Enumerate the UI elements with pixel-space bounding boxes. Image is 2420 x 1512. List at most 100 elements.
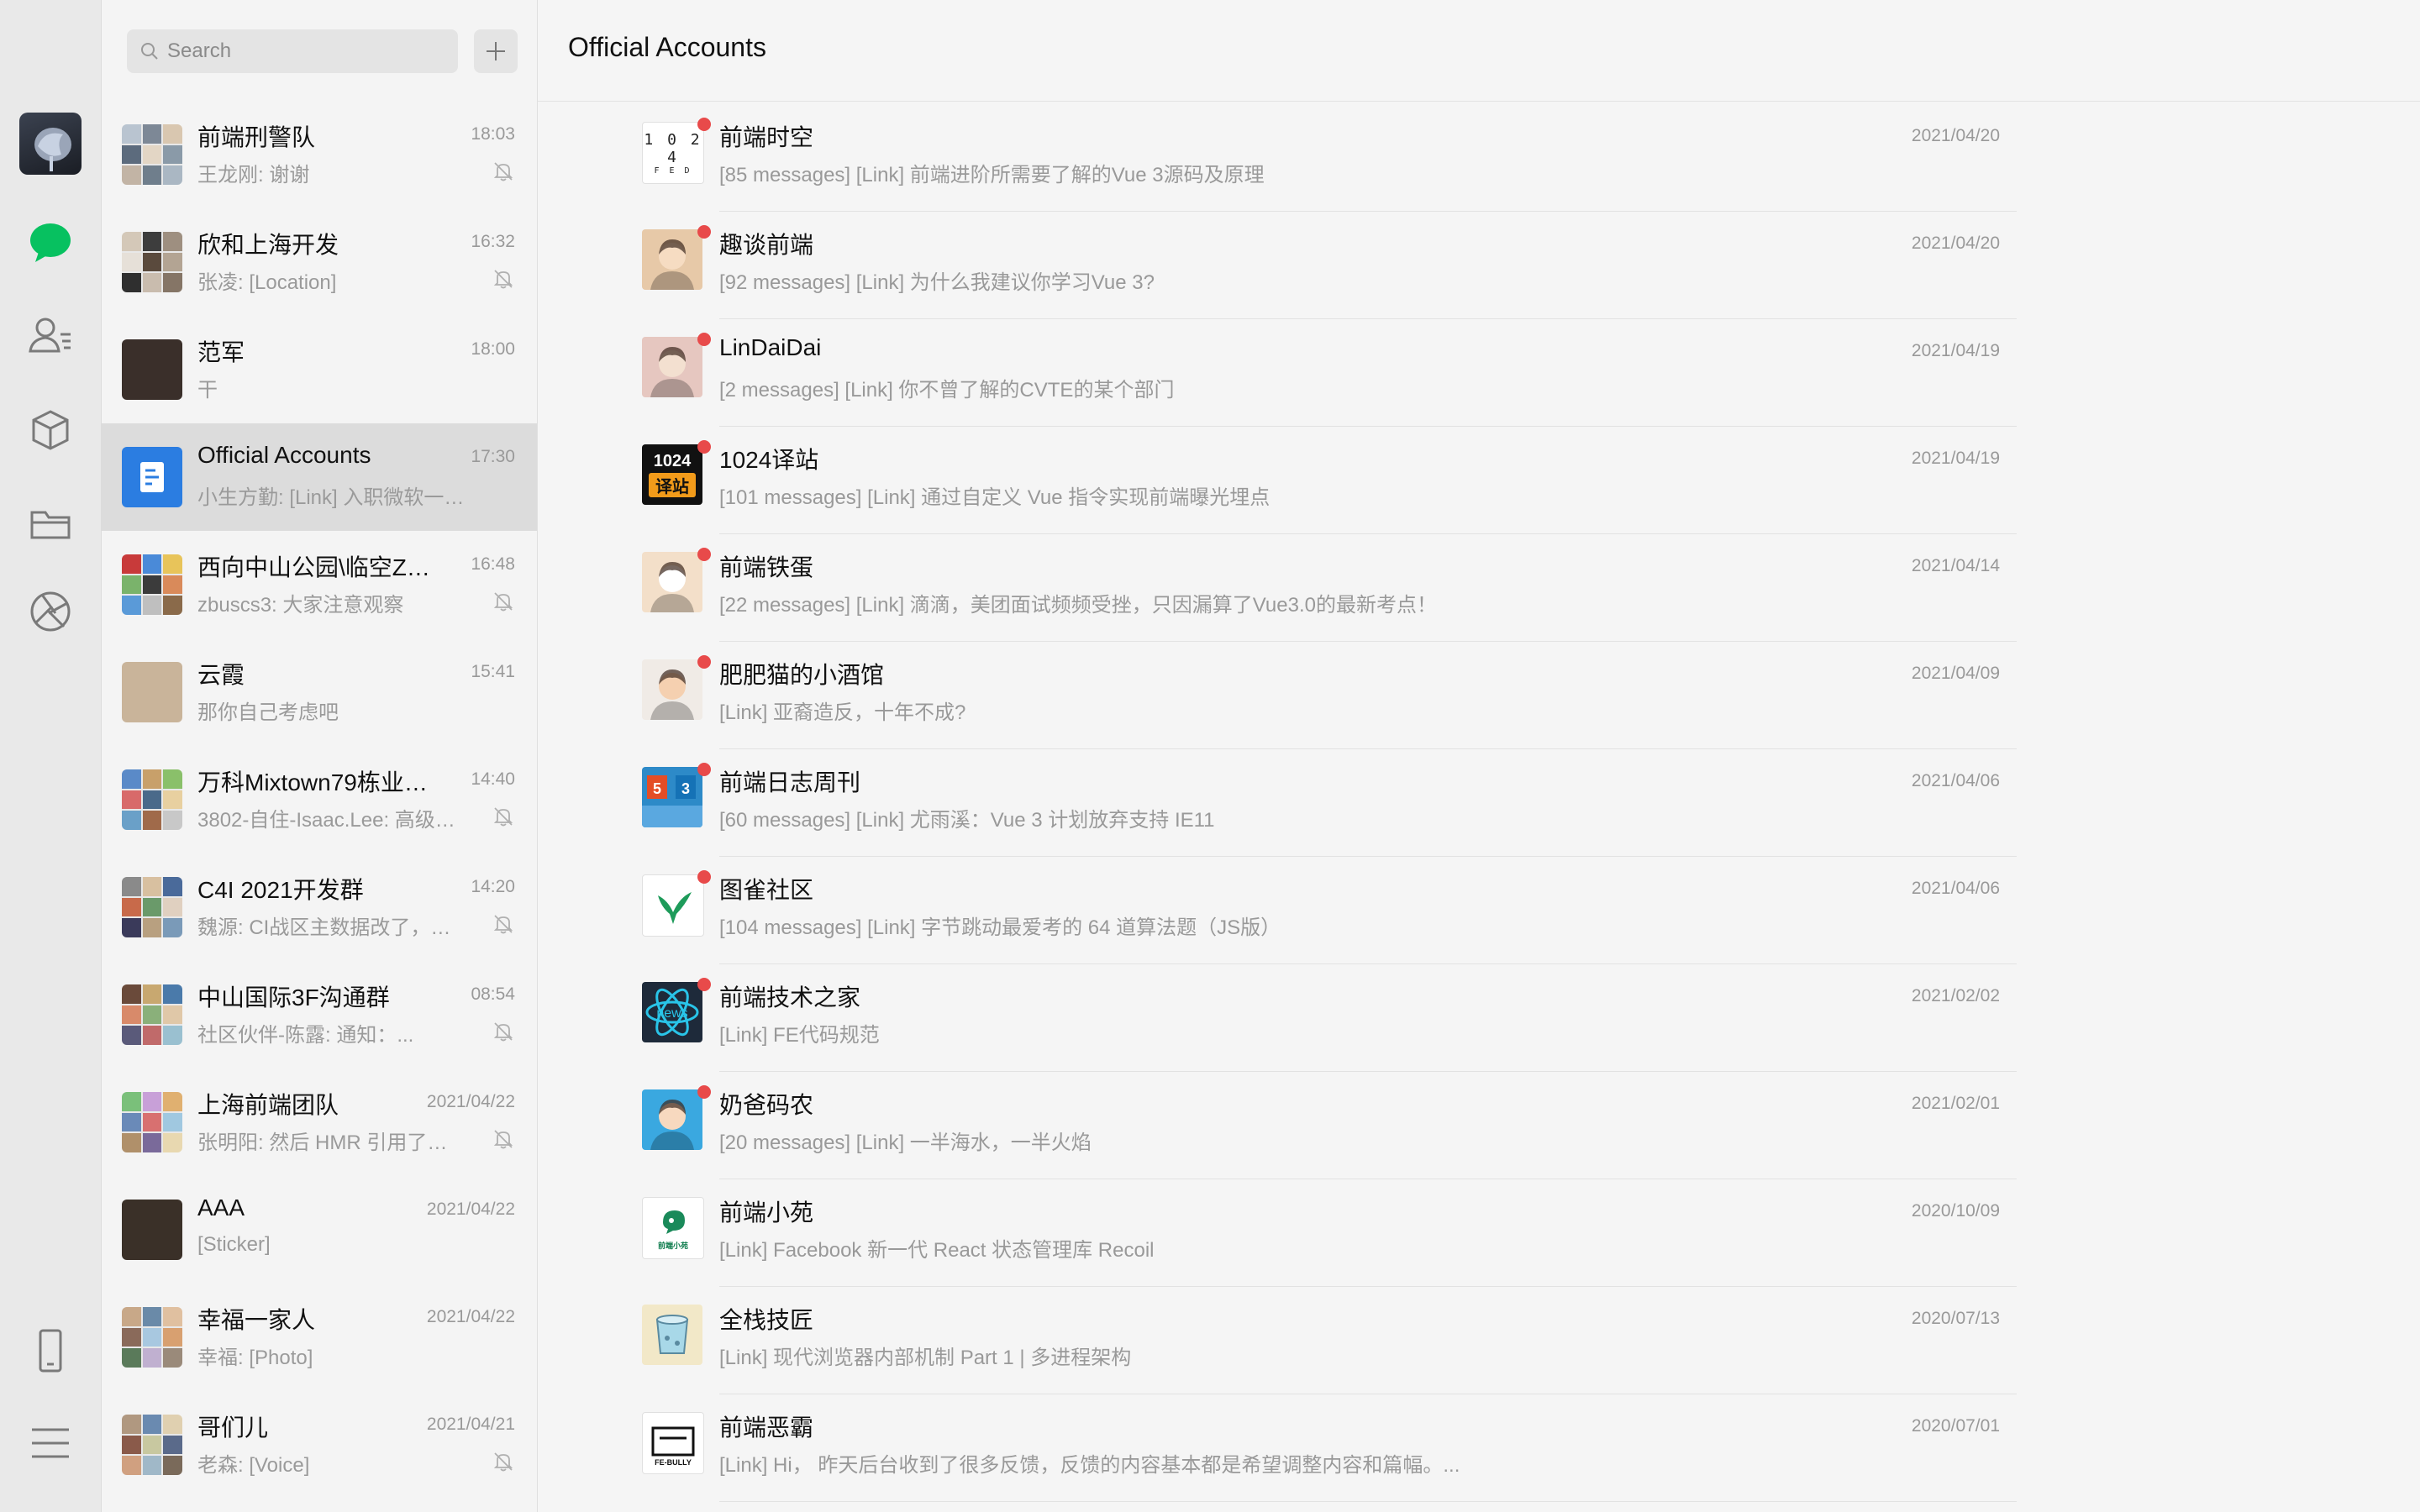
- account-name: 肥肥猫的小酒馆: [719, 662, 885, 688]
- chat-list-item[interactable]: 中山国际3F沟通群 08:54 社区伙伴-陈露: 通知：...: [102, 961, 537, 1068]
- official-account-item[interactable]: 趣谈前端 [92 messages] [Link] 为什么我建议你学习Vue 3?…: [642, 212, 2017, 319]
- user-avatar[interactable]: [19, 113, 82, 175]
- chat-list-item[interactable]: 哥们儿 2021/04/21 老森: [Voice]: [102, 1391, 537, 1499]
- chat-name: 上海前端团队: [197, 1092, 339, 1118]
- chat-list-item[interactable]: 范军 18:00 干: [102, 316, 537, 423]
- chat-preview: 干: [197, 379, 218, 402]
- chat-avatar: [122, 769, 182, 830]
- favorites-box-icon[interactable]: [18, 398, 82, 462]
- chat-time: 14:20: [471, 877, 515, 896]
- account-summary: [101 messages] [Link] 通过自定义 Vue 指令实现前端曝光…: [719, 486, 1270, 509]
- files-folder-icon[interactable]: [18, 492, 82, 556]
- chat-preview: 那你自己考虑吧: [197, 701, 339, 724]
- row-divider: [719, 1501, 2017, 1502]
- chat-list-item[interactable]: 幸福一家人 2021/04/22 幸福: [Photo]: [102, 1284, 537, 1391]
- official-account-item[interactable]: 1024 译站 1024译站 [101 messages] [Link] 通过自定义 …: [642, 427, 2017, 534]
- chat-avatar: [122, 232, 182, 292]
- chat-avatar: [122, 984, 182, 1045]
- mute-bell-icon: [493, 270, 513, 289]
- official-account-item[interactable]: 全栈技匠 [Link] 现代浏览器内部机制 Part 1 | 多进程架构 2020/…: [642, 1287, 2017, 1394]
- account-name: 前端时空: [719, 124, 814, 150]
- chat-list-item[interactable]: Official Accounts 17:30 小生方勤: [Link] 入职微软一…: [102, 423, 537, 531]
- account-avatar: [642, 229, 702, 290]
- account-name: 趣谈前端: [719, 232, 814, 258]
- unread-dot: [697, 1085, 711, 1099]
- account-date: 2021/04/06: [1911, 771, 2000, 790]
- account-date: 2021/04/14: [1911, 556, 2000, 575]
- account-avatar: [642, 552, 702, 612]
- unread-dot: [697, 978, 711, 991]
- chat-avatar: [122, 1415, 182, 1475]
- mute-bell-icon: [493, 915, 513, 934]
- chat-list-item[interactable]: 云霞 15:41 那你自己考虑吧: [102, 638, 537, 746]
- chat-name: 前端刑警队: [197, 124, 316, 150]
- chat-avatar: [122, 124, 182, 185]
- unread-dot: [697, 548, 711, 561]
- moments-aperture-icon[interactable]: [18, 580, 82, 643]
- account-avatar: [642, 1089, 702, 1150]
- official-account-item[interactable]: LinDaiDai [2 messages] [Link] 你不曾了解的CVTE的…: [642, 319, 2017, 427]
- official-account-item[interactable]: FE-BULLY 前端恶霸 [Link] Hi， 昨天后台收到了很多反馈，反馈的内容…: [642, 1394, 2017, 1502]
- account-name: 奶爸码农: [719, 1092, 814, 1118]
- chat-icon[interactable]: [18, 210, 82, 274]
- unread-dot: [697, 333, 711, 346]
- header-divider: [538, 101, 2420, 102]
- chat-list-item[interactable]: 万科Mixtown79栋业主群 14:40 3802-自住-Isaac.Lee: 高…: [102, 746, 537, 853]
- chat-preview: 幸福: [Photo]: [197, 1347, 313, 1369]
- chat-list-item[interactable]: 上海前端团队 2021/04/22 张明阳: 然后 HMR 引用了很多东西: [102, 1068, 537, 1176]
- official-account-item[interactable]: 图雀社区 [104 messages] [Link] 字节跳动最爱考的 64 道算…: [642, 857, 2017, 964]
- official-account-item[interactable]: 1 0 2 4F E D 前端时空 [85 messages] [Link] 前端进…: [642, 104, 2017, 212]
- account-name: 图雀社区: [719, 877, 814, 903]
- chat-time: 2021/04/22: [426, 1200, 515, 1219]
- unread-dot: [697, 118, 711, 131]
- chat-list-item[interactable]: AAA 2021/04/22 [Sticker]: [102, 1176, 537, 1284]
- chat-list-item[interactable]: 西向中山公园\临空Z3群 16:48 zbuscs3: 大家注意观察: [102, 531, 537, 638]
- mute-bell-icon: [493, 162, 513, 181]
- official-account-item[interactable]: 奶爸码农 [20 messages] [Link] 一半海水，一半火焰 2021/0…: [642, 1072, 2017, 1179]
- official-account-item[interactable]: 前端铁蛋 [22 messages] [Link] 滴滴，美团面试频频受挫，只因漏…: [642, 534, 2017, 642]
- official-account-item[interactable]: news 前端技术之家 [Link] FE代码规范 2021/02/02: [642, 964, 2017, 1072]
- official-account-item[interactable]: 前端小苑 前端小苑 [Link] Facebook 新一代 React 状态管理库 …: [642, 1179, 2017, 1287]
- chat-name: 万科Mixtown79栋业主群: [197, 769, 441, 795]
- search-input[interactable]: [166, 39, 446, 64]
- unread-dot: [697, 655, 711, 669]
- search-box[interactable]: [127, 29, 458, 73]
- official-account-item[interactable]: 5 3 前端日志周刊 [60 messages] [Link] 尤雨溪：Vue 3 计…: [642, 749, 2017, 857]
- chat-preview: 社区伙伴-陈露: 通知：...: [197, 1024, 414, 1047]
- add-button[interactable]: [474, 29, 518, 73]
- account-avatar: 53: [642, 767, 702, 827]
- account-name: 前端铁蛋: [719, 554, 814, 580]
- account-date: 2021/02/01: [1911, 1094, 2000, 1113]
- chat-time: 2021/04/21: [426, 1415, 515, 1434]
- account-date: 2020/07/13: [1911, 1309, 2000, 1328]
- account-summary: [Link] 亚裔造反，十年不成?: [719, 701, 966, 724]
- chat-list-item[interactable]: 前端刑警队 18:03 王龙刚: 谢谢: [102, 101, 537, 208]
- account-date: 2021/04/20: [1911, 234, 2000, 253]
- account-summary: [Link] Facebook 新一代 React 状态管理库 Recoil: [719, 1239, 1155, 1262]
- chat-time: 2021/04/22: [426, 1092, 515, 1111]
- chat-time: 08:54: [471, 984, 515, 1004]
- chat-preview: zbuscs3: 大家注意观察: [197, 594, 404, 617]
- app-sidebar: [0, 0, 102, 1512]
- contacts-icon[interactable]: [18, 304, 82, 368]
- chat-name: 哥们儿: [197, 1415, 269, 1441]
- phone-icon[interactable]: [18, 1319, 82, 1383]
- account-avatar: news: [642, 982, 702, 1042]
- unread-dot: [697, 870, 711, 884]
- chat-list-item[interactable]: C4I 2021开发群 14:20 魏源: CI战区主数据改了，相关的: [102, 853, 537, 961]
- chat-time: 18:03: [471, 124, 515, 144]
- official-account-item[interactable]: 肥肥猫的小酒馆 [Link] 亚裔造反，十年不成? 2021/04/09: [642, 642, 2017, 749]
- chat-list-item[interactable]: 欣和上海开发 16:32 张凌: [Location]: [102, 208, 537, 316]
- svg-text:5: 5: [653, 780, 661, 797]
- account-summary: [Link] Hi， 昨天后台收到了很多反馈，反馈的内容基本都是希望调整内容和篇…: [719, 1454, 1460, 1477]
- account-summary: [2 messages] [Link] 你不曾了解的CVTE的某个部门: [719, 379, 1175, 402]
- account-name: LinDaiDai: [719, 334, 822, 360]
- chat-time: 15:41: [471, 662, 515, 681]
- chat-preview: 老森: [Voice]: [197, 1454, 310, 1477]
- chat-avatar: [122, 877, 182, 937]
- chat-preview: 张凌: [Location]: [197, 271, 337, 294]
- menu-icon[interactable]: [18, 1411, 82, 1475]
- account-date: 2021/02/02: [1911, 986, 2000, 1005]
- mute-bell-icon: [493, 1022, 513, 1042]
- chat-avatar: [122, 662, 182, 722]
